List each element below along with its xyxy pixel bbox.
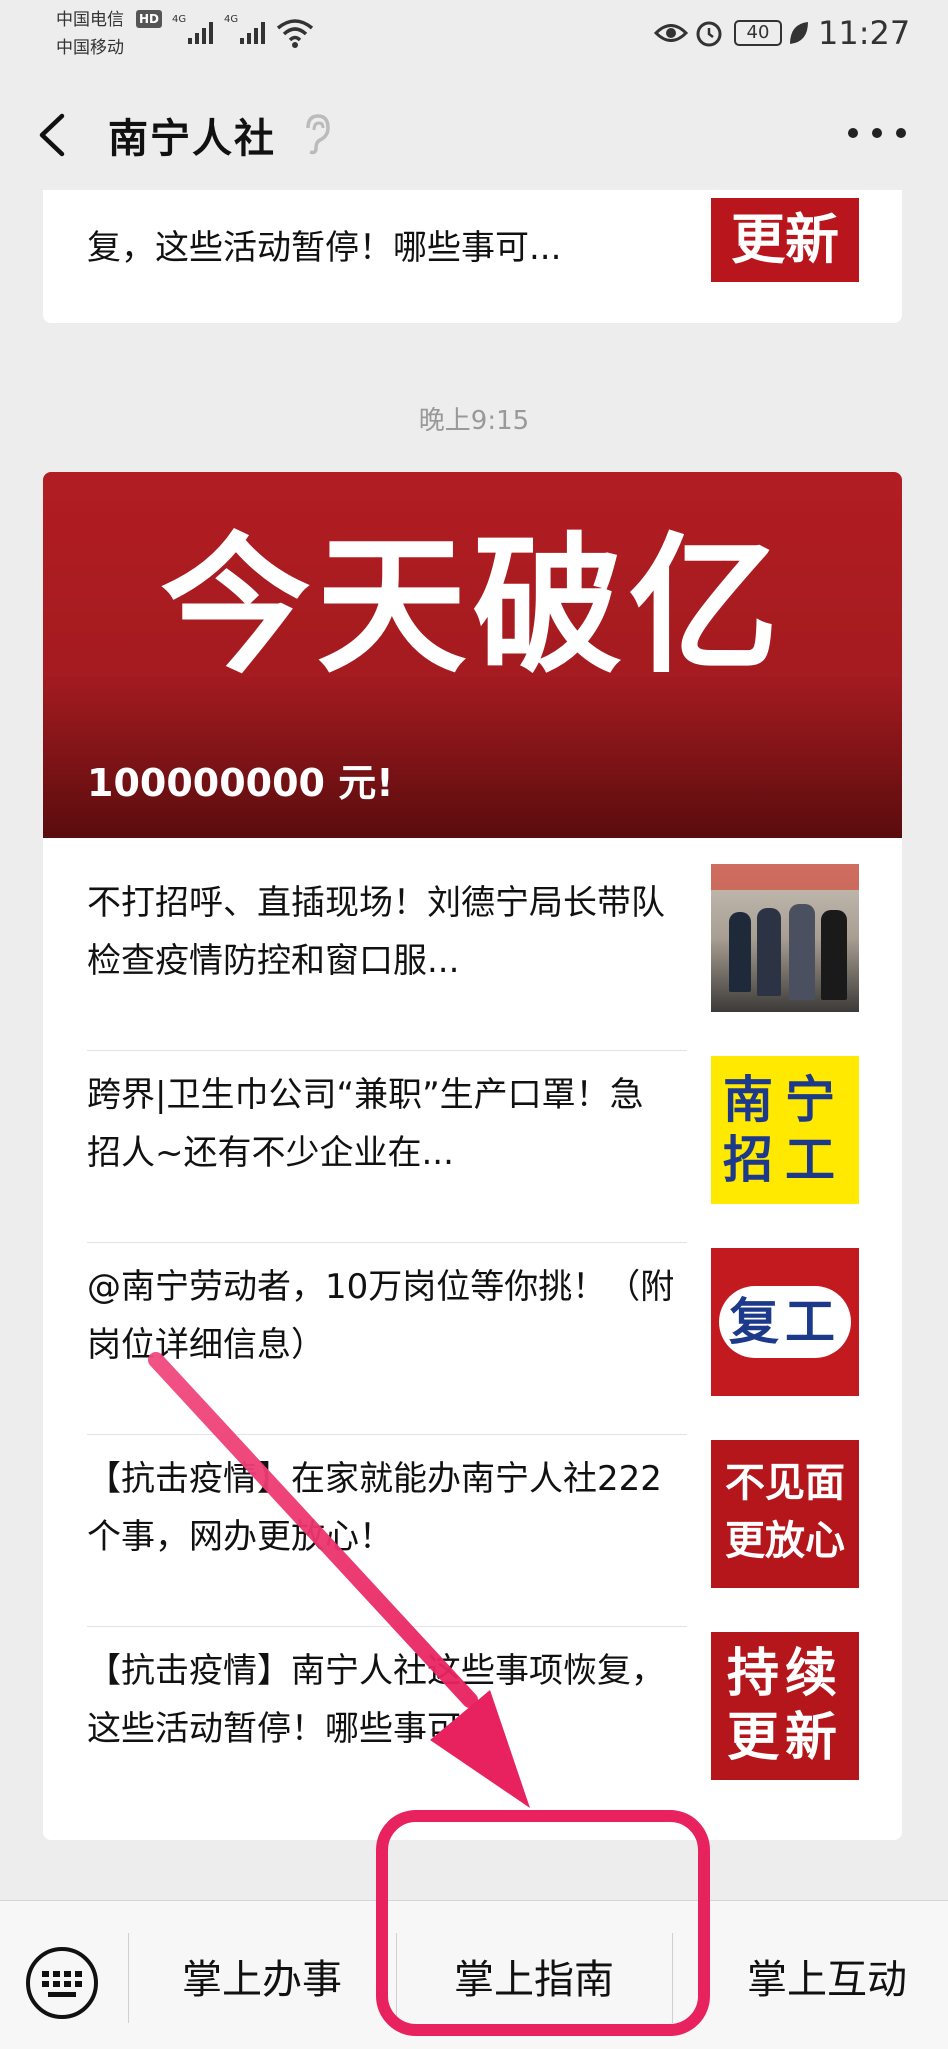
article-item[interactable]: 【抗击疫情】南宁人社这些事项恢复，这些活动暂停！哪些事可... 持续更新 (43, 1606, 902, 1798)
battery-icon: 40 (734, 20, 782, 46)
thumbnail-text: 复工 (729, 1293, 841, 1351)
annotation-highlight-box (376, 1810, 710, 2036)
article-title: 【抗击疫情】南宁人社这些事项恢复，这些活动暂停！哪些事可... (87, 1651, 665, 1749)
previous-article-title: 复，这些活动暂停！哪些事可... (87, 228, 562, 268)
wifi-icon (276, 19, 314, 48)
article-item[interactable]: 【抗击疫情】在家就能办南宁人社222个事，网办更放心！ 不见面更放心 (43, 1414, 902, 1606)
account-title: 南宁人社 (108, 116, 276, 162)
menu-item-office[interactable]: 掌上办事 (128, 1947, 396, 2005)
main-article-banner[interactable]: 今天破亿 100000000 元! (43, 472, 902, 838)
article-thumbnail: 更新 (711, 198, 859, 282)
article-thumbnail: 复工 (711, 1248, 859, 1396)
article-item[interactable]: 跨界|卫生巾公司“兼职”生产口罩！急招人~还有不少企业在... 南宁招工 (43, 1030, 902, 1222)
article-item[interactable]: 不打招呼、直插现场！刘德宁局长带队检查疫情防控和窗口服... (43, 838, 902, 1030)
eye-icon (654, 24, 688, 42)
thumbnail-text: 南宁招工 (723, 1071, 847, 1189)
network-2-label: 4G (224, 14, 239, 25)
leaf-icon (790, 22, 808, 44)
message-timestamp: 晚上9:15 (418, 406, 530, 436)
menu-item-interact[interactable]: 掌上互动 (706, 1947, 948, 2005)
article-photo (711, 864, 859, 1012)
hd-badge: HD (136, 10, 163, 28)
article-title: @南宁劳动者，10万岗位等你挑！（附岗位详细信息） (87, 1267, 675, 1365)
banner-headline: 今天破亿 (160, 520, 785, 694)
article-thumbnail: 南宁招工 (711, 1056, 859, 1204)
battery-level: 40 (746, 22, 770, 43)
alarm-icon (696, 21, 722, 47)
article-title: 跨界|卫生巾公司“兼职”生产口罩！急招人~还有不少企业在... (87, 1075, 644, 1173)
back-arrow-icon[interactable] (30, 110, 80, 160)
thumbnail-text: 持续更新 (726, 1644, 843, 1768)
article-thumbnail: 持续更新 (711, 1632, 859, 1780)
article-item[interactable]: @南宁劳动者，10万岗位等你挑！（附岗位详细信息） 复工 (43, 1222, 902, 1414)
thumbnail-text: 更新 (731, 208, 839, 271)
more-options-icon[interactable] (848, 124, 908, 144)
network-1-label: 4G (172, 14, 187, 25)
carrier-1-label: 中国电信 (56, 10, 124, 30)
article-title: 【抗击疫情】在家就能办南宁人社222个事，网办更放心！ (87, 1459, 662, 1557)
previous-message-card[interactable]: 复，这些活动暂停！哪些事可... 更新 (43, 190, 902, 323)
chat-header: 南宁人社 (0, 80, 948, 190)
banner-subline: 100000000 元! (87, 761, 394, 805)
clock: 11:27 (818, 14, 911, 52)
thumbnail-text: 不见面更放心 (725, 1460, 845, 1564)
article-group-card: 今天破亿 100000000 元! 不打招呼、直插现场！刘德宁局长带队检查疫情防… (43, 472, 902, 1840)
article-thumbnail: 不见面更放心 (711, 1440, 859, 1588)
article-title: 不打招呼、直插现场！刘德宁局长带队检查疫情防控和窗口服... (87, 883, 665, 981)
status-bar: 中国电信 HD 中国移动 4G 4G 40 11:27 (0, 0, 948, 80)
ear-icon[interactable] (302, 112, 332, 156)
keyboard-toggle-icon[interactable] (24, 1945, 100, 2021)
carrier-2-label: 中国移动 (56, 38, 124, 58)
